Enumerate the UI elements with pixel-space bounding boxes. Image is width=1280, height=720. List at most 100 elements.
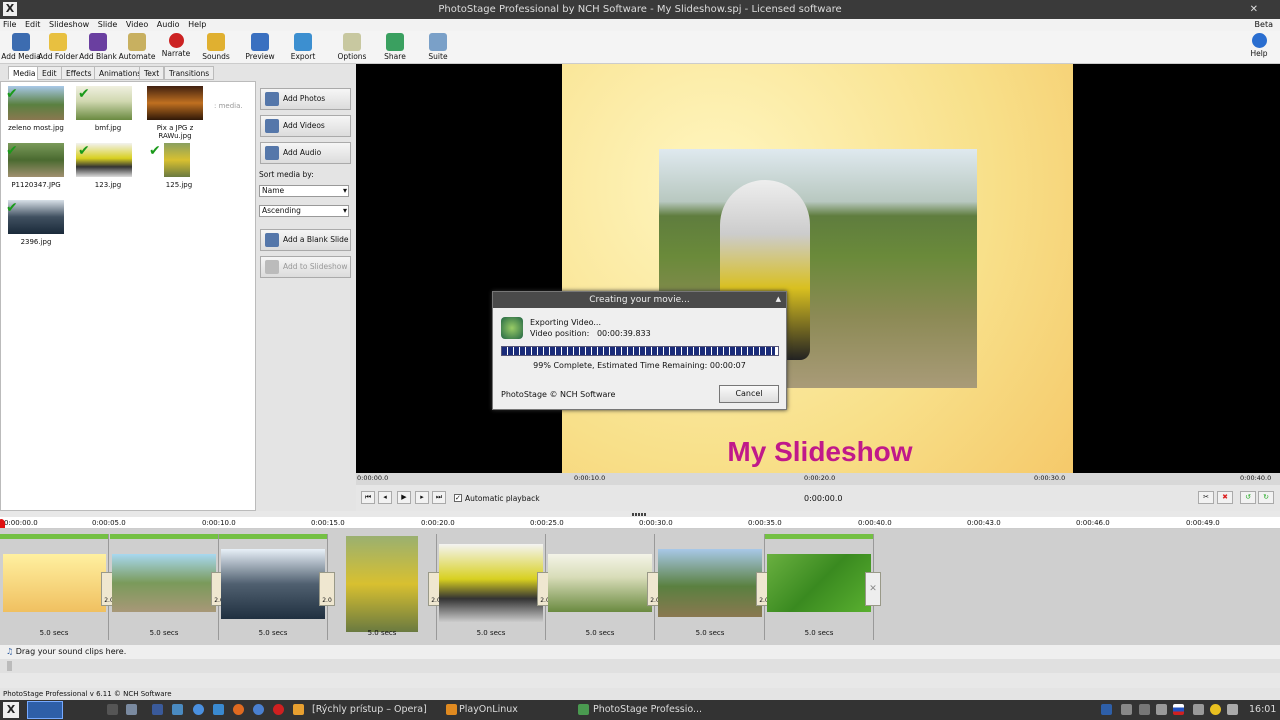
firefox-icon[interactable] bbox=[233, 704, 244, 715]
automate-label: Automate bbox=[118, 52, 156, 61]
clip-bar bbox=[219, 534, 327, 539]
ruler-label: 0:00:40.0 bbox=[1240, 474, 1272, 482]
media-label-3: Pix a JPG z RAWu.jpg bbox=[156, 124, 194, 140]
go-to-start-icon[interactable]: ⏮ bbox=[361, 491, 375, 504]
rotate-left-icon[interactable]: ↺ bbox=[1240, 491, 1256, 504]
sound-hint: Drag your sound clips here. bbox=[15, 647, 127, 656]
tab-media[interactable]: Media bbox=[8, 66, 41, 80]
add-blank-slide-button[interactable]: Add a Blank Slide bbox=[260, 229, 351, 251]
menu-help[interactable]: Help bbox=[188, 20, 206, 29]
timeline-clip-2[interactable]: 5.0 secs bbox=[110, 534, 219, 640]
go-to-end-icon[interactable]: ⏭ bbox=[432, 491, 446, 504]
close-icon[interactable]: ✕ bbox=[1250, 0, 1258, 19]
tab-text[interactable]: Text bbox=[139, 66, 165, 80]
playonlinux-icon[interactable] bbox=[446, 704, 457, 715]
export-button[interactable]: Export bbox=[282, 32, 324, 61]
tab-edit[interactable]: Edit bbox=[37, 66, 62, 80]
rotate-right-icon[interactable]: ↻ bbox=[1258, 491, 1274, 504]
end-close-icon[interactable]: ✕ bbox=[865, 572, 881, 606]
volume-icon[interactable] bbox=[1193, 704, 1204, 715]
browser-icon[interactable] bbox=[193, 704, 204, 715]
media-thumb-3[interactable] bbox=[147, 86, 203, 120]
timeline-ruler[interactable]: 0:00:00.0 0:00:05.0 0:00:10.0 0:00:15.0 … bbox=[0, 517, 1280, 529]
auto-playback-checkbox[interactable]: ✓ bbox=[454, 494, 462, 502]
timeline-clip-6[interactable]: 5.0 secs bbox=[546, 534, 655, 640]
media-label-4: P1120347.JPG bbox=[11, 181, 61, 189]
scissors-icon[interactable]: ✂ bbox=[1198, 491, 1214, 504]
terminal-icon[interactable] bbox=[107, 704, 118, 715]
start-menu-icon[interactable]: X bbox=[3, 702, 19, 718]
menu-video[interactable]: Video bbox=[126, 20, 148, 29]
timeline-clip-3[interactable]: 5.0 secs bbox=[219, 534, 328, 640]
sort-order-select[interactable]: Ascending bbox=[259, 205, 349, 217]
keyboard-icon[interactable] bbox=[152, 704, 163, 715]
sort-by-select[interactable]: Name bbox=[259, 185, 349, 197]
menu-slideshow[interactable]: Slideshow bbox=[49, 20, 89, 29]
timeline-clip-1[interactable]: 5.0 secs bbox=[0, 534, 109, 640]
narrate-button[interactable]: Narrate bbox=[155, 32, 197, 58]
media-thumb-6[interactable] bbox=[164, 143, 190, 177]
file-manager-icon[interactable] bbox=[126, 704, 137, 715]
taskbar-photostage[interactable]: PhotoStage Professio... bbox=[593, 700, 702, 720]
taskbar-opera[interactable]: [Rýchly prístup – Opera] bbox=[312, 700, 427, 720]
add-videos-button[interactable]: Add Videos bbox=[260, 115, 351, 137]
add-to-slideshow-button[interactable]: Add to Slideshow bbox=[260, 256, 351, 278]
menu-slide[interactable]: Slide bbox=[98, 20, 118, 29]
sounds-button[interactable]: Sounds bbox=[195, 32, 237, 61]
scrollbar-thumb[interactable] bbox=[7, 661, 12, 671]
delete-icon[interactable]: ✖ bbox=[1217, 491, 1233, 504]
tab-transitions[interactable]: Transitions bbox=[164, 66, 215, 80]
automate-button[interactable]: Automate bbox=[116, 32, 158, 61]
cancel-button[interactable]: Cancel bbox=[719, 385, 779, 403]
horizontal-scrollbar[interactable] bbox=[0, 659, 1280, 673]
menu-edit[interactable]: Edit bbox=[25, 20, 41, 29]
photos-icon[interactable] bbox=[172, 704, 183, 715]
krita-icon[interactable] bbox=[213, 704, 224, 715]
playhead-marker[interactable] bbox=[0, 519, 5, 528]
notification-icon[interactable] bbox=[1121, 704, 1132, 715]
help-icon bbox=[1251, 33, 1267, 48]
timeline-clip-4[interactable]: 5.0 secs bbox=[328, 534, 437, 640]
play-icon[interactable]: ▶ bbox=[397, 491, 411, 504]
suite-button[interactable]: Suite bbox=[417, 32, 459, 61]
tab-effects[interactable]: Effects bbox=[61, 66, 97, 80]
export-progress-bar bbox=[501, 346, 779, 356]
add-photos-button[interactable]: Add Photos bbox=[260, 88, 351, 110]
taskbar-playonlinux[interactable]: PlayOnLinux bbox=[459, 700, 518, 720]
clipboard-icon[interactable] bbox=[1156, 704, 1167, 715]
show-desktop-icon[interactable] bbox=[27, 701, 63, 719]
chromium-icon[interactable] bbox=[253, 704, 264, 715]
photostage-icon[interactable] bbox=[578, 704, 589, 715]
timeline-clip-8[interactable]: 5.0 secs bbox=[765, 534, 874, 640]
timeline-clip-7[interactable]: 5.0 secs bbox=[656, 534, 765, 640]
options-button[interactable]: Options bbox=[331, 32, 373, 61]
clip-thumb bbox=[658, 549, 762, 617]
display-icon[interactable] bbox=[1101, 704, 1112, 715]
network-icon[interactable] bbox=[1139, 704, 1150, 715]
step-forward-icon[interactable]: ▸ bbox=[415, 491, 429, 504]
preview-button[interactable]: Preview bbox=[239, 32, 281, 61]
splitter-handle[interactable] bbox=[632, 513, 646, 516]
add-media-button[interactable]: Add Media bbox=[0, 32, 42, 61]
check-icon: ✔ bbox=[6, 200, 18, 216]
add-folder-button[interactable]: Add Folder bbox=[37, 32, 79, 61]
help-button[interactable]: Help bbox=[1238, 32, 1280, 58]
sound-track[interactable]: ♫ Drag your sound clips here. bbox=[0, 645, 1280, 659]
eject-icon[interactable] bbox=[1227, 704, 1238, 715]
menu-file[interactable]: File bbox=[3, 20, 16, 29]
step-back-icon[interactable]: ◂ bbox=[378, 491, 392, 504]
language-flag-icon[interactable] bbox=[1173, 704, 1184, 715]
share-button[interactable]: Share bbox=[374, 32, 416, 61]
dialog-collapse-icon[interactable]: ▲ bbox=[776, 295, 781, 303]
opera-icon[interactable] bbox=[273, 704, 284, 715]
check-icon: ✔ bbox=[6, 143, 18, 159]
window-title: PhotoStage Professional by NCH Software … bbox=[438, 4, 842, 15]
app-icon[interactable] bbox=[293, 704, 304, 715]
add-blank-button[interactable]: Add Blank bbox=[77, 32, 119, 61]
timeline-clip-5[interactable]: 5.0 secs bbox=[437, 534, 546, 640]
menu-audio[interactable]: Audio bbox=[157, 20, 180, 29]
add-audio-button[interactable]: Add Audio bbox=[260, 142, 351, 164]
update-icon[interactable] bbox=[1210, 704, 1221, 715]
clip-bar bbox=[765, 534, 873, 539]
preview-time-ruler[interactable]: 0:00:00.0 0:00:10.0 0:00:20.0 0:00:30.0 … bbox=[356, 473, 1280, 485]
